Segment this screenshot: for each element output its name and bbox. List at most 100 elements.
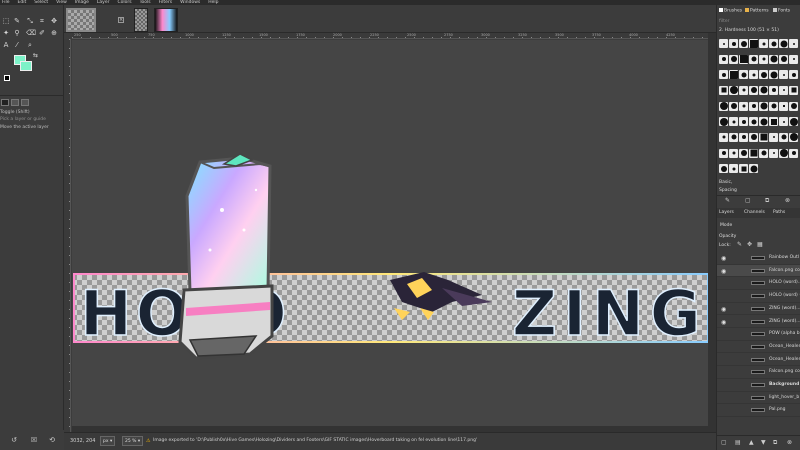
brush-thumbnail[interactable] — [719, 101, 728, 111]
toggle-move-path-icon[interactable] — [21, 99, 29, 106]
brush-thumbnail[interactable] — [789, 117, 798, 127]
brush-thumbnail[interactable] — [739, 85, 748, 95]
brush-thumbnail[interactable] — [749, 70, 758, 80]
brush-thumbnail[interactable] — [779, 148, 788, 158]
tool-options-line1[interactable]: Pick a layer or guide — [0, 117, 46, 122]
paths-icon[interactable]: ✐ — [38, 29, 46, 37]
layer-name[interactable]: Rainbow Outl — [769, 255, 799, 260]
brush-thumbnail[interactable] — [749, 101, 758, 111]
layers-list[interactable]: ◉ Rainbow Outl ◉ Falcon.png copy HOLO (word)… — [717, 252, 800, 432]
brush-thumbnail[interactable] — [759, 117, 768, 127]
brush-thumbnail[interactable] — [719, 39, 728, 48]
default-colors-icon[interactable] — [4, 75, 10, 81]
brush-thumbnail[interactable] — [729, 101, 738, 111]
tool-options-line2[interactable]: Move the active layer — [0, 125, 49, 130]
layer-row[interactable]: ◉ Rainbow Outl — [717, 252, 800, 265]
brush-thumbnail[interactable] — [739, 101, 748, 111]
tab-fonts[interactable]: Fonts — [773, 8, 790, 14]
unit-select[interactable]: px ▾ — [100, 436, 116, 446]
delete-brush-icon[interactable]: ⊗ — [785, 197, 790, 204]
paintbrush-icon[interactable]: ⚲ — [13, 29, 21, 37]
brush-thumbnail[interactable] — [739, 70, 748, 80]
lock-position-icon[interactable]: ✥ — [747, 241, 752, 248]
image-tab-3[interactable] — [154, 8, 178, 32]
tab-brushes[interactable]: Brushes — [719, 8, 742, 14]
tab-channels[interactable]: Channels — [744, 210, 765, 215]
layer-name[interactable]: Pal.png — [769, 407, 786, 412]
layer-name[interactable]: ZING (word)... — [769, 319, 800, 324]
close-icon[interactable]: × — [118, 17, 124, 23]
brush-thumbnail[interactable] — [719, 148, 728, 158]
new-group-icon[interactable]: ▤ — [735, 439, 741, 446]
brush-thumbnail[interactable] — [759, 101, 768, 111]
brush-filter-input[interactable]: filter — [719, 19, 729, 24]
brush-thumbnail[interactable] — [789, 54, 798, 64]
brush-thumbnail[interactable] — [769, 54, 778, 64]
tab-layers[interactable]: Layers — [719, 210, 734, 215]
brush-thumbnail[interactable] — [769, 101, 778, 111]
rect-select-icon[interactable]: ⬚ — [2, 17, 10, 25]
tab-patterns[interactable]: Patterns — [745, 8, 769, 14]
brush-thumbnail[interactable] — [759, 54, 768, 64]
lock-pixels-icon[interactable]: ✎ — [737, 241, 742, 248]
eraser-icon[interactable]: ⌫ — [26, 29, 36, 37]
zoom-select[interactable]: 25 % ▾ — [122, 436, 144, 446]
new-brush-icon[interactable]: ▢ — [745, 197, 751, 204]
layer-row[interactable]: ◉ ZING (word)... — [717, 303, 800, 316]
brush-thumbnail[interactable] — [729, 85, 738, 95]
brush-thumbnail[interactable] — [779, 132, 788, 142]
crop-icon[interactable]: ⌗ — [38, 17, 46, 25]
raise-layer-icon[interactable]: ▲ — [749, 439, 754, 446]
brush-thumbnail[interactable] — [719, 70, 728, 80]
delete-icon[interactable]: ☒ — [30, 436, 38, 444]
layer-name[interactable]: Falcon.png copy — [769, 369, 800, 374]
layer-row[interactable]: light_hover_b — [717, 392, 800, 405]
layer-row[interactable]: Ocean_Healer — [717, 354, 800, 367]
brush-thumbnail[interactable] — [719, 164, 728, 174]
brush-thumbnail[interactable] — [729, 117, 738, 127]
vertical-scrollbar[interactable] — [708, 33, 716, 432]
brush-thumbnail[interactable] — [739, 117, 748, 127]
brush-thumbnail[interactable] — [719, 132, 728, 142]
brush-thumbnail[interactable] — [769, 70, 778, 80]
brush-thumbnail[interactable] — [789, 39, 798, 48]
image-tab-1[interactable] — [66, 8, 96, 32]
brush-grid[interactable] — [719, 39, 800, 179]
transform-icon[interactable]: ⤡ — [26, 17, 34, 25]
background-color-swatch[interactable] — [20, 61, 32, 71]
eye-icon[interactable]: ◉ — [721, 306, 726, 313]
brush-thumbnail[interactable] — [749, 148, 758, 158]
duplicate-brush-icon[interactable]: ⧉ — [765, 197, 769, 205]
layer-name[interactable]: ZING (word)... — [769, 306, 800, 311]
brush-thumbnail[interactable] — [749, 164, 758, 174]
brush-thumbnail[interactable] — [729, 148, 738, 158]
layer-row[interactable]: POW (alpha bu — [717, 328, 800, 341]
brush-thumbnail[interactable] — [789, 70, 798, 80]
brush-thumbnail[interactable] — [779, 54, 788, 64]
lock-alpha-icon[interactable]: ▦ — [757, 241, 763, 248]
brush-thumbnail[interactable] — [759, 85, 768, 95]
toggle-pick-layer-icon[interactable] — [1, 99, 9, 106]
brush-thumbnail[interactable] — [729, 39, 738, 48]
move-icon[interactable]: ✥ — [50, 17, 58, 25]
brush-thumbnail[interactable] — [749, 132, 758, 142]
brush-thumbnail[interactable] — [779, 39, 788, 48]
brush-thumbnail[interactable] — [719, 54, 728, 64]
brush-thumbnail[interactable] — [749, 39, 758, 48]
brush-thumbnail[interactable] — [759, 148, 768, 158]
layer-row[interactable]: Ocean_Healer — [717, 341, 800, 354]
layer-row[interactable]: Pal.png — [717, 404, 800, 417]
eyedropper-icon[interactable]: ⁄ — [13, 41, 21, 49]
layer-row[interactable]: HOLO (word)... — [717, 277, 800, 290]
brush-thumbnail[interactable] — [719, 117, 728, 127]
brush-thumbnail[interactable] — [719, 85, 728, 95]
layer-row[interactable]: Background — [717, 379, 800, 392]
duplicate-layer-icon[interactable]: ⧉ — [773, 439, 777, 447]
tab-paths[interactable]: Paths — [773, 210, 785, 215]
lower-layer-icon[interactable]: ▼ — [761, 439, 766, 446]
layer-name[interactable]: Ocean_Healer — [769, 344, 800, 349]
brush-thumbnail[interactable] — [749, 85, 758, 95]
brush-thumbnail[interactable] — [739, 148, 748, 158]
vertical-ruler[interactable] — [64, 39, 71, 432]
brush-preset[interactable]: Basic, — [719, 180, 732, 185]
